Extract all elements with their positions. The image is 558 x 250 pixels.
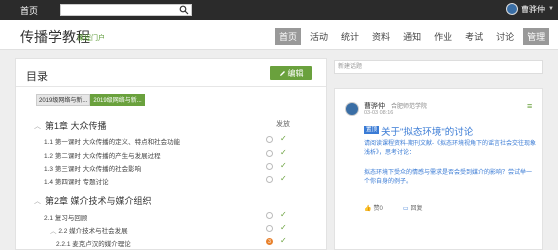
tab-home[interactable]: 首页 xyxy=(275,28,302,45)
lesson-status: ✓ xyxy=(266,161,310,171)
tab-homework[interactable]: 作业 xyxy=(430,28,456,45)
check-icon: ✓ xyxy=(280,134,287,143)
lesson-item[interactable]: 1.4 第四课时 专题讨论 xyxy=(44,176,109,186)
avatar xyxy=(345,102,359,116)
status-circle[interactable] xyxy=(266,176,273,183)
class-tabs: 2019级网络与新... 2019级网络与新... xyxy=(36,94,145,106)
status-circle[interactable] xyxy=(266,136,273,143)
post-time: 03-03 08:16 xyxy=(364,110,394,116)
check-icon: ✓ xyxy=(280,174,287,183)
edit-label: 编辑 xyxy=(287,68,304,78)
chevron-up-icon[interactable]: ︿ xyxy=(34,196,41,206)
class-tab-active[interactable]: 2019级网络与新... xyxy=(90,94,145,106)
catalog-title: 目录 xyxy=(26,71,48,83)
menu-icon[interactable]: ≡ xyxy=(527,101,532,111)
course-portal-link[interactable]: 课程门户 xyxy=(77,33,105,43)
topic-body: 请阅读课程资料-期刊文献-《拟态环境视角下的谣言社会交往现象浅析》，思考讨论： xyxy=(364,141,536,156)
home-link[interactable]: 首页 xyxy=(20,4,38,17)
lesson-label: 2.2 媒介技术与社会发展 xyxy=(58,228,128,235)
tab-statistics[interactable]: 统计 xyxy=(337,28,363,45)
top-bar: 首页 曹骅仲 ▼ xyxy=(0,0,558,20)
thumbs-up-icon: 👍 xyxy=(364,206,372,212)
status-circle[interactable] xyxy=(266,163,273,170)
topic-question: 拟态环境下受众的情感与需求是否会受到媒介的影响？尝试举一个你自身的例子。 xyxy=(364,170,533,185)
edit-button[interactable]: 编辑 xyxy=(270,66,312,80)
lesson-item[interactable]: 2.1 复习与回顾 xyxy=(44,212,87,222)
discussion-card: 曹骅仲 合肥师范学院 03-03 08:16 ≡ 置顶 关于"拟态环境"的讨论 … xyxy=(334,88,543,250)
topic-title[interactable]: 关于"拟态环境"的讨论 xyxy=(381,124,473,138)
like-count: 0 xyxy=(379,206,383,212)
chapter-label: 第1章 大众传播 xyxy=(45,121,107,131)
catalog-panel: 目录 编辑 2019级网络与新... 2019级网络与新... 发放 ︿ 第1章… xyxy=(15,58,327,250)
chevron-down-icon: ▼ xyxy=(548,6,554,12)
divider xyxy=(16,86,326,87)
pinned-badge: 置顶 xyxy=(364,126,380,134)
search-icon[interactable] xyxy=(179,5,189,15)
tab-materials[interactable]: 资料 xyxy=(368,28,394,45)
status-circle[interactable] xyxy=(266,150,273,157)
check-icon: ✓ xyxy=(280,161,287,170)
status-circle[interactable] xyxy=(266,212,273,219)
lesson-status: 3 ✓ xyxy=(266,236,310,246)
post-actions: 👍 赞0 ▭ 回复 xyxy=(364,203,423,212)
pencil-icon xyxy=(279,70,285,76)
chapter-1[interactable]: ︿ 第1章 大众传播 xyxy=(34,119,107,132)
tab-notices[interactable]: 通知 xyxy=(399,28,425,45)
lesson-status: ✓ xyxy=(266,174,310,184)
task-count-badge[interactable]: 3 xyxy=(266,238,273,245)
tab-exam[interactable]: 考试 xyxy=(461,28,487,45)
lesson-item[interactable]: 1.3 第三课时 大众传播的社会影响 xyxy=(44,163,141,173)
reply-button[interactable]: ▭ 回复 xyxy=(403,203,423,212)
lesson-status: ✓ xyxy=(266,210,310,220)
avatar xyxy=(506,3,518,15)
chapter-label: 第2章 媒介技术与媒介组织 xyxy=(45,196,152,206)
new-topic-input[interactable]: 新建话题 xyxy=(334,60,543,74)
user-menu[interactable]: 曹骅仲 ▼ xyxy=(506,3,554,15)
publish-header: 发放 xyxy=(276,121,290,128)
check-icon: ✓ xyxy=(280,236,287,245)
lesson-item[interactable]: 2.2.1 麦克卢汉的媒介理论 xyxy=(56,238,131,248)
reply-label: 回复 xyxy=(410,206,423,212)
lesson-status: ✓ xyxy=(266,134,310,144)
course-nav: 首页 活动 统计 资料 通知 作业 考试 讨论 管理 xyxy=(275,28,554,45)
course-header: 传播学教程 课程门户 首页 活动 统计 资料 通知 作业 考试 讨论 管理 xyxy=(0,20,558,50)
tab-manage[interactable]: 管理 xyxy=(523,28,550,45)
chevron-up-icon[interactable]: ︿ xyxy=(34,121,41,131)
lesson-item[interactable]: 1.2 第二课时 大众传播的产生与发展过程 xyxy=(44,150,161,160)
status-circle[interactable] xyxy=(266,225,273,232)
chapter-2[interactable]: ︿ 第2章 媒介技术与媒介组织 xyxy=(34,194,152,207)
check-icon: ✓ xyxy=(280,210,287,219)
comment-icon: ▭ xyxy=(402,206,409,212)
lesson-status: ✓ xyxy=(266,148,310,158)
tab-discussion[interactable]: 讨论 xyxy=(492,28,518,45)
search-input[interactable] xyxy=(60,4,192,16)
username: 曹骅仲 xyxy=(521,4,545,14)
lesson-status: ✓ xyxy=(266,223,310,233)
lesson-item[interactable]: 1.1 第一课时 大众传播的定义、特点和社会功能 xyxy=(44,136,180,146)
author-school: 合肥师范学院 xyxy=(391,104,428,110)
check-icon: ✓ xyxy=(280,148,287,157)
class-tab[interactable]: 2019级网络与新... xyxy=(36,94,91,106)
like-button[interactable]: 👍 赞0 xyxy=(364,203,383,212)
check-icon: ✓ xyxy=(280,223,287,232)
tab-activity[interactable]: 活动 xyxy=(306,28,332,45)
lesson-item[interactable]: ︿ 2.2 媒介技术与社会发展 xyxy=(50,225,128,235)
